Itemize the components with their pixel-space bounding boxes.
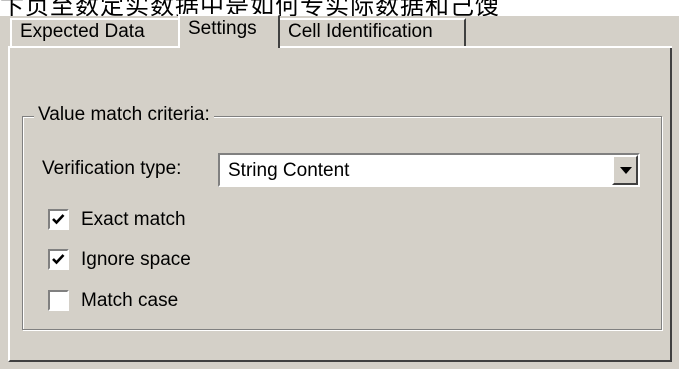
- ignore-space-checkbox[interactable]: [48, 249, 69, 270]
- settings-dialog: Expected Data Settings Cell Identificati…: [0, 14, 679, 369]
- verification-type-dropdown[interactable]: String Content: [218, 153, 640, 187]
- match-case-label: Match case: [81, 290, 179, 311]
- chevron-down-icon: [620, 167, 632, 174]
- match-case-checkbox[interactable]: [48, 290, 69, 311]
- tab-panel-top-edge: [8, 46, 672, 48]
- verification-type-value: String Content: [228, 160, 350, 181]
- tab-expected-data[interactable]: Expected Data: [10, 18, 180, 46]
- exact-match-checkbox[interactable]: [48, 209, 69, 230]
- tab-settings-label: Settings: [188, 18, 257, 39]
- dropdown-button[interactable]: [612, 155, 638, 185]
- cropped-header-text-strip: 卞页至数定实数据中是如何专实际数据和己馊: [0, 0, 679, 16]
- checkmark-icon: [52, 214, 65, 225]
- group-legend: Value match criteria:: [34, 103, 214, 127]
- ignore-space-label: Ignore space: [81, 249, 191, 270]
- checkmark-icon: [52, 254, 65, 265]
- tab-expected-data-label: Expected Data: [20, 21, 145, 42]
- tab-cell-identification[interactable]: Cell Identification: [278, 18, 466, 46]
- tab-settings[interactable]: Settings: [178, 14, 280, 48]
- exact-match-label: Exact match: [81, 209, 186, 230]
- verification-type-label: Verification type:: [42, 158, 182, 179]
- tab-cell-identification-label: Cell Identification: [288, 21, 433, 42]
